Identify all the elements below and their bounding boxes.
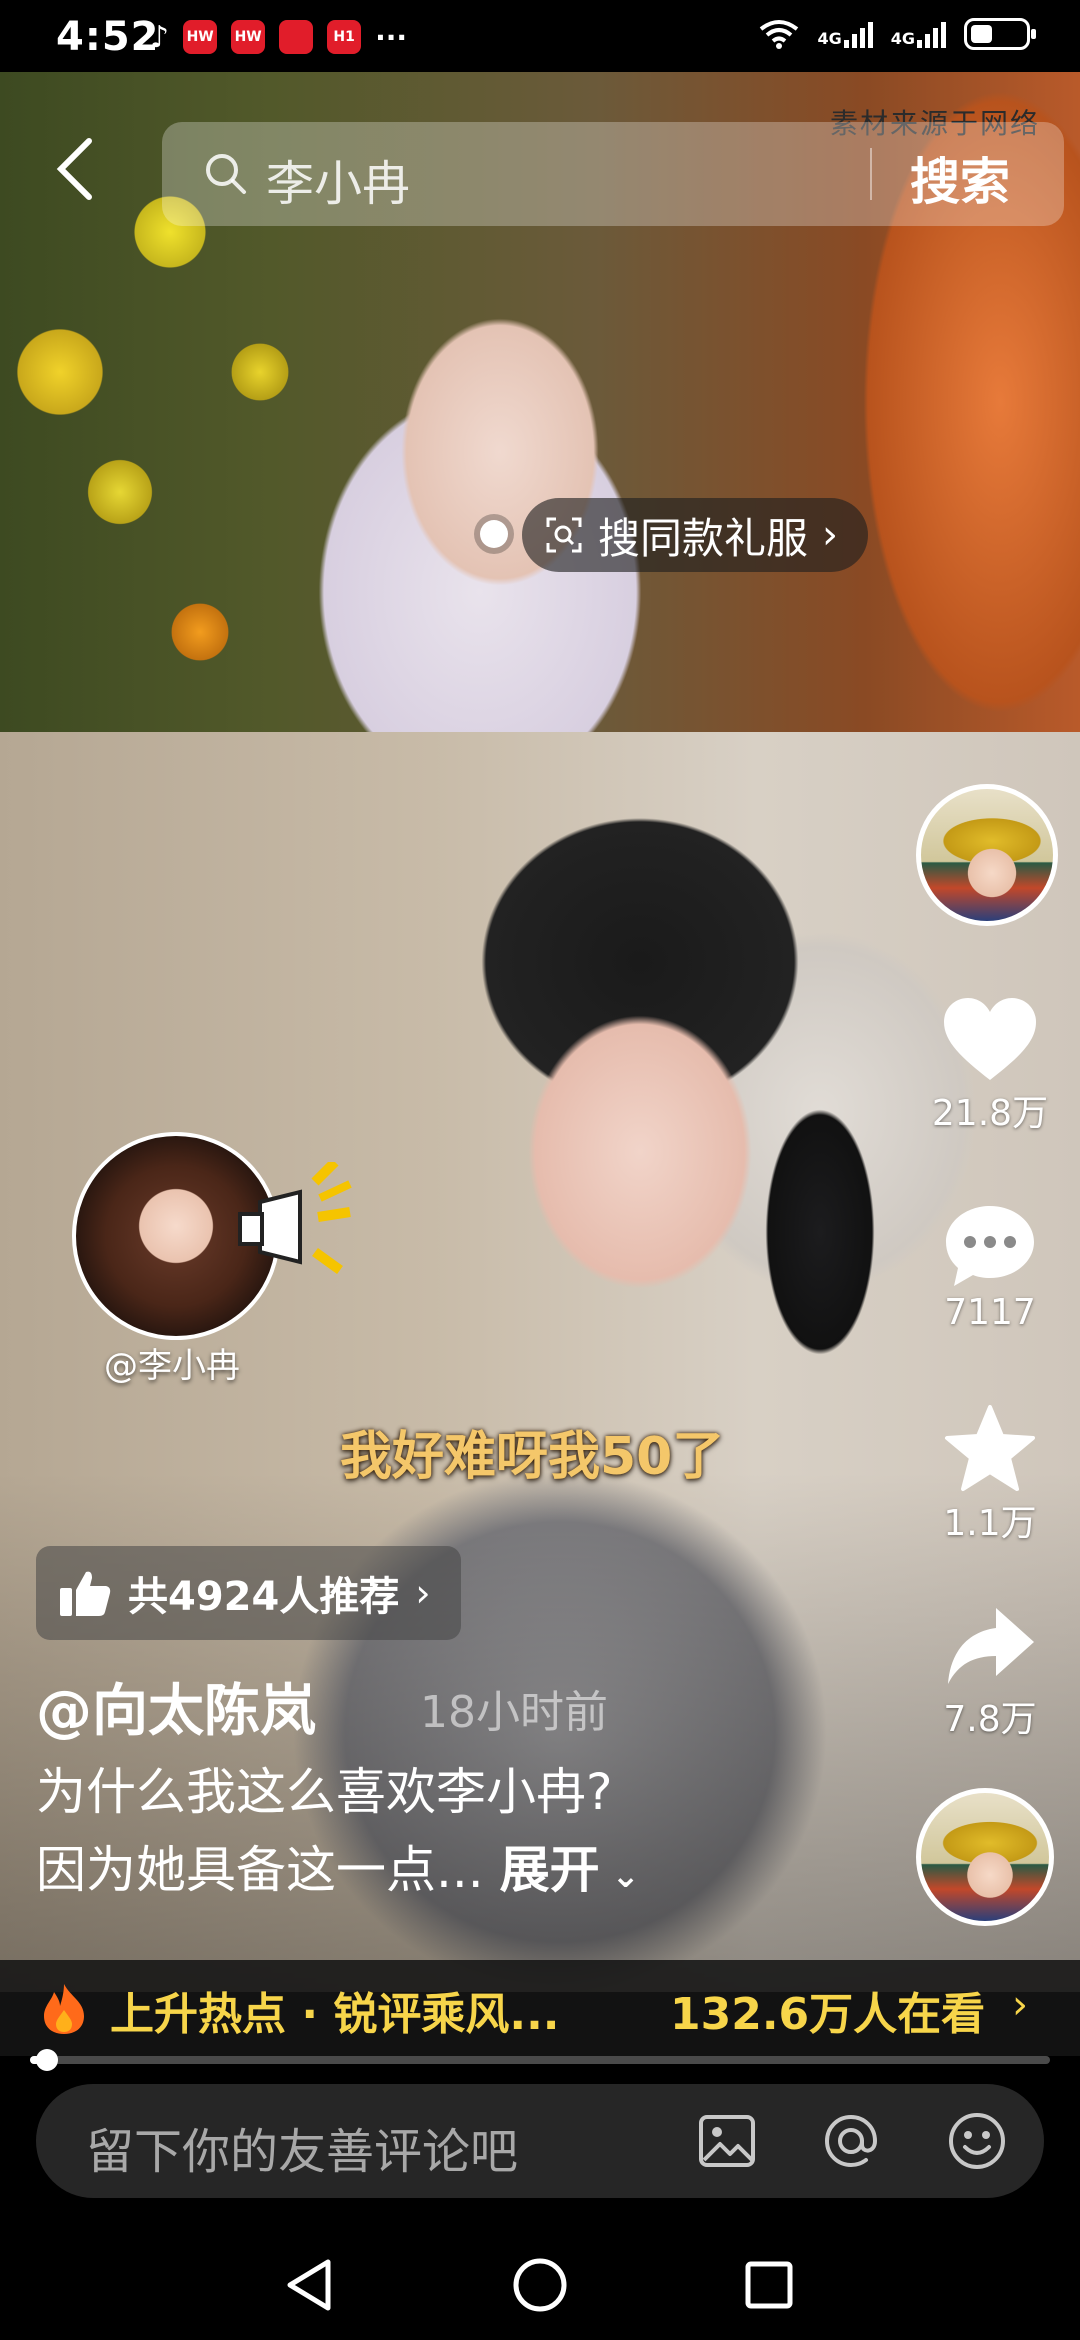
post-time: 18小时前	[420, 1687, 608, 1738]
recommend-button[interactable]: 共4924人推荐 ›	[36, 1546, 461, 1640]
description-text: 因为她具备这一点...	[36, 1841, 484, 1899]
viewer-count: 132.6万人在看	[670, 1989, 986, 2040]
video-caption: 我好难呀我50了	[340, 1427, 725, 1487]
circle-home-icon	[513, 2258, 567, 2312]
favorite-button[interactable]: 1.1万	[930, 1404, 1050, 1546]
trending-bar[interactable]: 上升热点 · 锐评乘风... 132.6万人在看 ›	[0, 1960, 1080, 2056]
share-count: 7.8万	[943, 1699, 1037, 1740]
back-button[interactable]	[40, 134, 110, 204]
author-name[interactable]: @向太陈岚	[36, 1666, 316, 1747]
trending-topic: 上升热点 · 锐评乘风...	[110, 1989, 560, 2040]
megaphone-icon	[238, 1162, 352, 1275]
notification-icons: ♪ HW HW H1 ···	[150, 19, 408, 55]
flame-icon	[44, 1984, 84, 2034]
status-bar: 4:52 ♪ HW HW H1 ··· 4G 4G	[0, 0, 1080, 72]
tagged-user-label[interactable]: @李小冉	[104, 1338, 240, 1387]
comment-count: 7117	[944, 1292, 1036, 1333]
chevron-down-icon: ⌄	[599, 1856, 640, 1896]
find-same-dress-label: 搜同款礼服	[598, 513, 809, 563]
author-avatar[interactable]	[916, 784, 1058, 926]
comment-bar[interactable]: 留下你的友善评论吧	[36, 2084, 1044, 2198]
image-icon	[699, 2115, 755, 2167]
expand-button[interactable]: 展开 ⌄	[500, 1841, 640, 1899]
search-divider	[870, 148, 872, 200]
favorite-count: 1.1万	[943, 1503, 1037, 1544]
search-input[interactable]: 李小冉	[266, 144, 410, 214]
thumbs-up-icon	[60, 1571, 111, 1616]
system-indicators: 4G 4G	[759, 18, 1036, 50]
square-recents-icon	[745, 2261, 793, 2309]
network-type-label: 4G	[890, 29, 915, 48]
emoji-button[interactable]	[944, 2108, 1010, 2174]
signal-icon	[917, 20, 946, 48]
main-video[interactable]: @李小冉 我好难呀我50了 共4924人推荐 › @向太陈岚 18小时前 为什么…	[0, 732, 1080, 1992]
comment-icon	[946, 1206, 1034, 1286]
like-count: 21.8万	[931, 1093, 1049, 1134]
comment-button[interactable]: 7117	[930, 1202, 1050, 1333]
progress-handle[interactable]	[36, 2049, 59, 2071]
network-type-label: 4G	[817, 29, 842, 48]
search-bar[interactable]: 李小冉 搜索	[162, 122, 1064, 226]
search-icon	[206, 154, 246, 194]
share-icon	[948, 1608, 1034, 1684]
description-line-1: 为什么我这么喜欢李小冉?	[36, 1763, 613, 1821]
nav-back-button[interactable]	[274, 2250, 344, 2320]
more-notifications-icon: ···	[375, 20, 408, 54]
recommend-count: 共4924人推荐	[128, 1574, 400, 1620]
mention-button[interactable]	[818, 2108, 884, 2174]
triangle-back-icon	[287, 2259, 331, 2311]
find-same-dress-button[interactable]: 搜同款礼服 ›	[522, 498, 869, 572]
chevron-right-icon: ›	[1012, 1982, 1028, 2028]
scan-icon	[546, 517, 582, 553]
comment-input[interactable]: 留下你的友善评论吧	[86, 2112, 518, 2182]
emoji-icon	[949, 2113, 1005, 2169]
app-icon: H1	[327, 20, 362, 54]
description-line-2: 因为她具备这一点... 展开 ⌄	[36, 1830, 640, 1902]
image-button[interactable]	[694, 2108, 760, 2174]
chevron-right-icon: ›	[822, 512, 839, 558]
huawei-icon: HW	[231, 20, 266, 54]
product-hotspot-dot[interactable]	[480, 520, 508, 548]
back-arrow-icon	[56, 138, 92, 200]
huawei-icon: HW	[183, 20, 218, 54]
search-button[interactable]: 搜索	[910, 142, 1010, 214]
tiktok-icon: ♪	[150, 19, 170, 55]
previous-video-preview[interactable]: 素材来源于网络 李小冉 搜索 搜同款礼服 ›	[0, 72, 1080, 732]
star-icon	[945, 1405, 1035, 1491]
app-icon	[279, 20, 314, 54]
at-icon	[824, 2114, 878, 2168]
system-navigation-bar	[0, 2220, 1080, 2340]
like-button[interactable]: 21.8万	[930, 996, 1050, 1136]
signal-icon	[843, 20, 873, 48]
battery-icon	[964, 18, 1036, 50]
chevron-right-icon: ›	[415, 1571, 431, 1615]
music-disc-avatar[interactable]	[916, 1788, 1054, 1926]
wifi-icon	[760, 20, 799, 49]
heart-icon	[944, 998, 1036, 1080]
playback-progress-bar[interactable]	[30, 2049, 1050, 2071]
share-button[interactable]: 7.8万	[930, 1604, 1050, 1742]
clock: 4:52	[56, 14, 160, 60]
nav-home-button[interactable]	[505, 2250, 575, 2320]
nav-recents-button[interactable]	[734, 2250, 804, 2320]
